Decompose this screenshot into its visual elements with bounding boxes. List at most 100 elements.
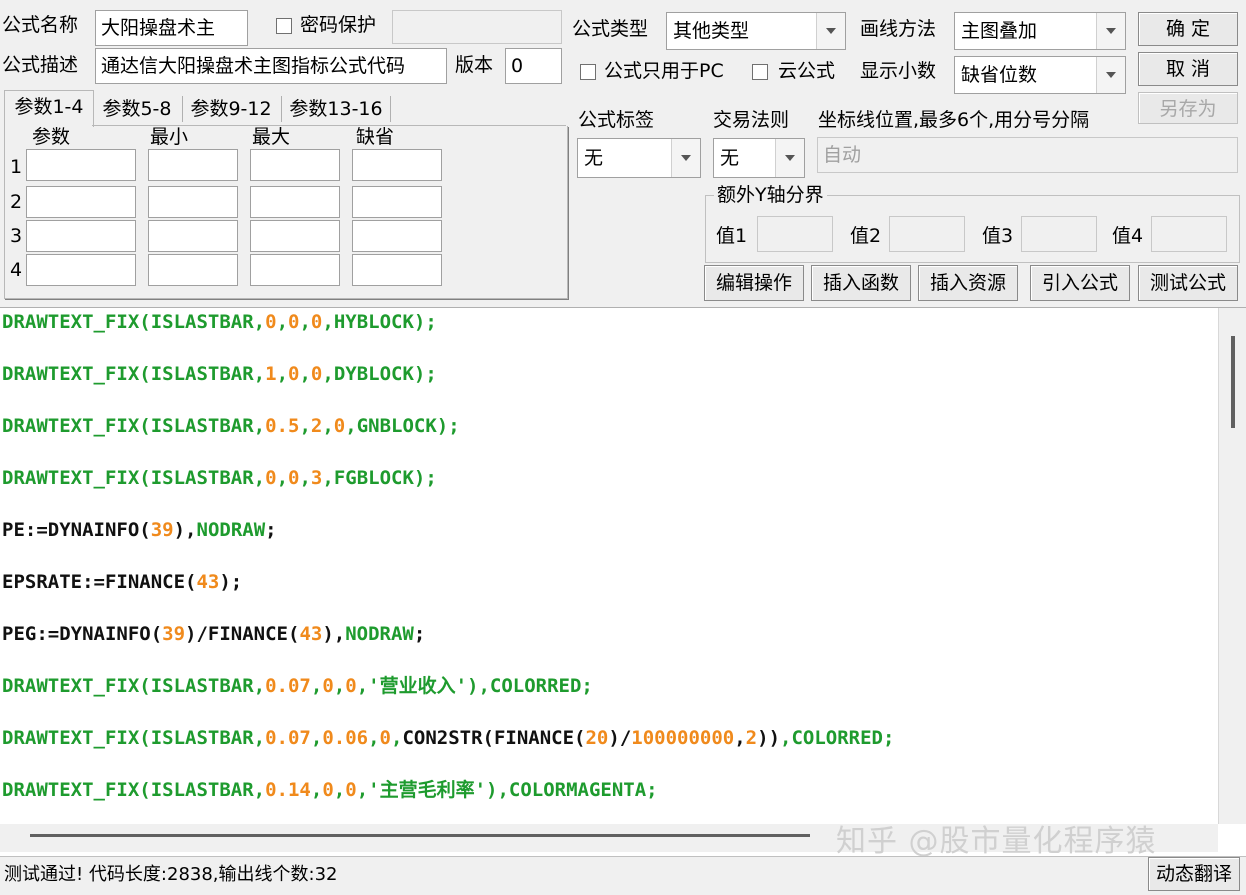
vertical-scrollbar[interactable] xyxy=(1218,308,1246,824)
code-token: , xyxy=(276,363,289,385)
code-line[interactable]: DRAWTEXT_FIX(ISLASTBAR,0.07,0,0,'营业收入'),… xyxy=(2,673,593,699)
insert-function-button[interactable]: 插入函数 xyxy=(811,265,911,301)
code-line[interactable]: PE:=DYNAINFO(39),NODRAW; xyxy=(2,517,277,543)
code-token: DRAWTEXT_FIX(ISLASTBAR, xyxy=(2,727,266,749)
code-token: 0 xyxy=(345,675,357,697)
param-3-default[interactable] xyxy=(352,220,442,252)
code-line[interactable]: DRAWTEXT_FIX(ISLASTBAR,0,0,3,FGBLOCK); xyxy=(2,465,437,491)
dynamic-translate-button[interactable]: 动态翻译 xyxy=(1148,857,1240,891)
chevron-down-icon[interactable] xyxy=(1096,57,1125,93)
tab-params-13-16[interactable]: 参数13-16 xyxy=(286,93,386,125)
password-input[interactable] xyxy=(392,10,562,44)
code-token: , xyxy=(310,727,323,749)
param-4-default[interactable] xyxy=(352,254,442,286)
formula-name-label: 公式名称 xyxy=(2,14,79,36)
value4-input[interactable] xyxy=(1151,216,1227,252)
value2-label: 值2 xyxy=(850,225,882,247)
cancel-button[interactable]: 取 消 xyxy=(1138,52,1238,86)
param-4-name[interactable] xyxy=(26,254,136,286)
param-2-name[interactable] xyxy=(26,186,136,218)
code-token: 0 xyxy=(322,779,334,801)
extra-y-axis-title: 额外Y轴分界 xyxy=(714,182,827,208)
formula-name-input[interactable]: 大阳操盘术主 xyxy=(95,10,248,46)
code-token: , xyxy=(368,727,380,749)
import-formula-button[interactable]: 引入公式 xyxy=(1030,265,1130,301)
chevron-down-icon[interactable] xyxy=(775,139,804,177)
save-as-button[interactable]: 另存为 xyxy=(1138,92,1238,124)
param-1-name[interactable] xyxy=(26,149,136,181)
code-token: 39 xyxy=(162,623,186,645)
param-1-default[interactable] xyxy=(352,149,442,181)
code-token: 1 xyxy=(265,363,277,385)
code-line[interactable]: DRAWTEXT_FIX(ISLASTBAR,0.5,2,0,GNBLOCK); xyxy=(2,413,460,439)
code-token: , xyxy=(322,415,334,437)
value1-input[interactable] xyxy=(757,216,833,252)
param-3-min[interactable] xyxy=(148,220,238,252)
param-2-min[interactable] xyxy=(148,186,238,218)
code-editor[interactable]: DRAWTEXT_FIX(ISLASTBAR,0,0,0,HYBLOCK); DR… xyxy=(0,307,1246,856)
value3-input[interactable] xyxy=(1021,216,1097,252)
draw-method-select[interactable]: 主图叠加 xyxy=(954,12,1126,50)
decimals-label: 显示小数 xyxy=(860,60,937,82)
cloud-checkbox[interactable] xyxy=(752,64,768,80)
code-line[interactable]: DRAWTEXT_FIX(ISLASTBAR,0,0,0,HYBLOCK); xyxy=(2,309,437,335)
insert-resource-button[interactable]: 插入资源 xyxy=(918,265,1018,301)
code-token: , xyxy=(299,467,311,489)
param-4-min[interactable] xyxy=(148,254,238,286)
code-token: 43 xyxy=(299,623,323,645)
param-1-max[interactable] xyxy=(250,149,340,181)
formula-type-select[interactable]: 其他类型 xyxy=(666,12,846,50)
code-token: , xyxy=(391,727,403,749)
scrollbar-thumb[interactable] xyxy=(30,834,810,837)
chevron-down-icon[interactable] xyxy=(816,13,845,49)
code-token: 39 xyxy=(150,519,174,541)
code-token: 100000000 xyxy=(631,727,735,749)
code-token: 43 xyxy=(196,571,220,593)
code-token: , xyxy=(310,675,323,697)
tab-params-9-12[interactable]: 参数9-12 xyxy=(186,93,276,125)
value2-input[interactable] xyxy=(889,216,965,252)
code-token: 0.5 xyxy=(265,415,300,437)
code-line[interactable]: DRAWTEXT_FIX(ISLASTBAR,0.14,0,0,'主营毛利率')… xyxy=(2,777,658,803)
param-3-name[interactable] xyxy=(26,220,136,252)
tab-params-1-4[interactable]: 参数1-4 xyxy=(4,90,94,127)
ok-button[interactable]: 确 定 xyxy=(1138,12,1238,46)
code-token: 0 xyxy=(345,779,357,801)
code-line[interactable]: PEG:=DYNAINFO(39)/FINANCE(43),NODRAW; xyxy=(2,621,425,647)
scrollbar-thumb[interactable] xyxy=(1231,336,1235,428)
formula-tag-select[interactable]: 无 xyxy=(577,138,701,178)
chevron-down-icon[interactable] xyxy=(671,139,700,177)
edit-operations-button[interactable]: 编辑操作 xyxy=(704,265,804,301)
code-token: ), xyxy=(173,519,197,541)
code-token: ,HYBLOCK); xyxy=(322,311,437,333)
param-2-max[interactable] xyxy=(250,186,340,218)
code-token: ,GNBLOCK); xyxy=(345,415,460,437)
test-formula-button[interactable]: 测试公式 xyxy=(1138,265,1238,301)
password-checkbox[interactable] xyxy=(276,18,292,34)
pc-only-checkbox[interactable] xyxy=(580,64,596,80)
param-2-default[interactable] xyxy=(352,186,442,218)
chevron-down-icon[interactable] xyxy=(1096,13,1125,49)
version-input[interactable]: 0 xyxy=(505,48,562,84)
tab-params-5-8[interactable]: 参数5-8 xyxy=(96,93,178,125)
value1-label: 值1 xyxy=(716,225,748,247)
axis-position-input[interactable]: 自动 xyxy=(817,137,1238,173)
draw-method-value: 主图叠加 xyxy=(961,20,1038,42)
param-3-max[interactable] xyxy=(250,220,340,252)
code-line[interactable]: DRAWTEXT_FIX(ISLASTBAR,1,0,0,DYBLOCK); xyxy=(2,361,437,387)
code-token: , xyxy=(333,779,346,801)
decimals-select[interactable]: 缺省位数 xyxy=(954,56,1126,94)
param-4-max[interactable] xyxy=(250,254,340,286)
formula-tag-label: 公式标签 xyxy=(578,109,655,131)
code-token: CON2STR(FINANCE( xyxy=(402,727,586,749)
code-token: NODRAW xyxy=(345,623,414,645)
code-token: ,'营业收入'),COLORRED; xyxy=(356,675,593,697)
code-line[interactable]: DRAWTEXT_FIX(ISLASTBAR,0.07,0.06,0,CON2S… xyxy=(2,725,894,751)
code-token: ; xyxy=(413,623,426,645)
formula-desc-input[interactable]: 通达信大阳操盘术主图指标公式代码 xyxy=(95,48,447,84)
param-1-min[interactable] xyxy=(148,149,238,181)
code-line[interactable]: EPSRATE:=FINANCE(43); xyxy=(2,569,242,595)
code-token: 0 xyxy=(265,311,277,333)
params-header-name: 参数 xyxy=(32,126,71,148)
trade-rule-select[interactable]: 无 xyxy=(713,138,805,178)
